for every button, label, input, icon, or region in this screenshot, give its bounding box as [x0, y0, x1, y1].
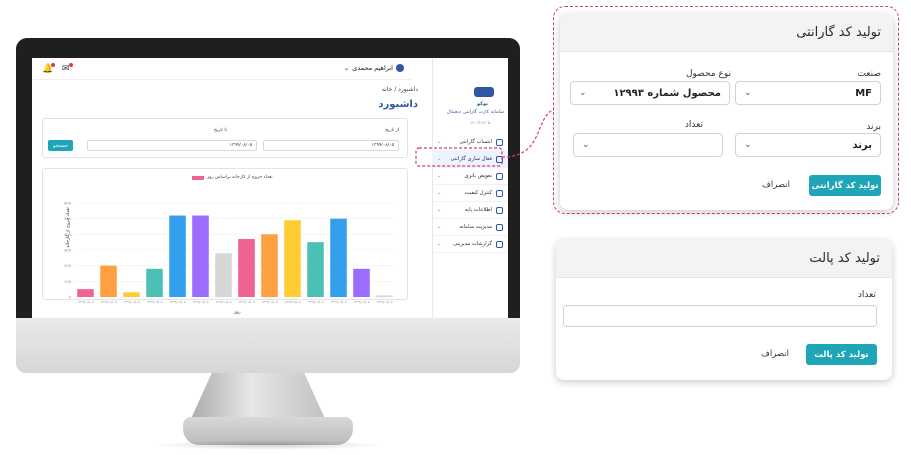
dialog-title: تولید کد پالت [556, 240, 892, 278]
active-item-highlight [415, 147, 503, 167]
product-type-value: محصول شماره ۱۲۹۹۳ [613, 87, 721, 99]
chevron-down-icon: ⌄ [744, 140, 752, 150]
cancel-button[interactable]: انصراف [762, 180, 790, 190]
pallet-code-dialog: تولید کد پالت تعداد تولید کد پالت انصراف [556, 240, 892, 380]
chevron-down-icon: ⌄ [744, 88, 752, 98]
company-label: صنعت [857, 69, 881, 79]
company-value: MF [855, 87, 872, 99]
company-select[interactable]: MF ⌄ [735, 81, 881, 105]
count-input[interactable] [563, 305, 877, 327]
brand-label: برند [866, 122, 881, 132]
generate-pallet-code-button[interactable]: تولید کد پالت [806, 344, 877, 365]
chevron-down-icon: ⌄ [582, 140, 590, 150]
connector-line [501, 109, 554, 158]
brand-select[interactable]: برند ⌄ [735, 133, 881, 157]
dialog-title: تولید کد گارانتی [560, 14, 893, 52]
product-type-label: نوع محصول [685, 69, 731, 79]
count-select[interactable]: ⌄ [573, 133, 723, 157]
chevron-down-icon: ⌄ [579, 88, 587, 98]
stage: 🔔 ✉ ابراهیم محمدی ⌄ توکو سامانه کارت گار… [0, 0, 911, 455]
count-label: تعداد [857, 290, 876, 300]
cancel-button[interactable]: انصراف [761, 349, 789, 359]
product-type-select[interactable]: محصول شماره ۱۲۹۹۳ ⌄ [570, 81, 730, 105]
count-label: تعداد [684, 120, 703, 130]
generate-warranty-code-button[interactable]: تولید کد گارانتی [809, 175, 881, 196]
warranty-code-dialog: تولید کد گارانتی صنعت نوع محصول MF ⌄ محص… [560, 14, 893, 210]
brand-value: برند [852, 139, 872, 151]
